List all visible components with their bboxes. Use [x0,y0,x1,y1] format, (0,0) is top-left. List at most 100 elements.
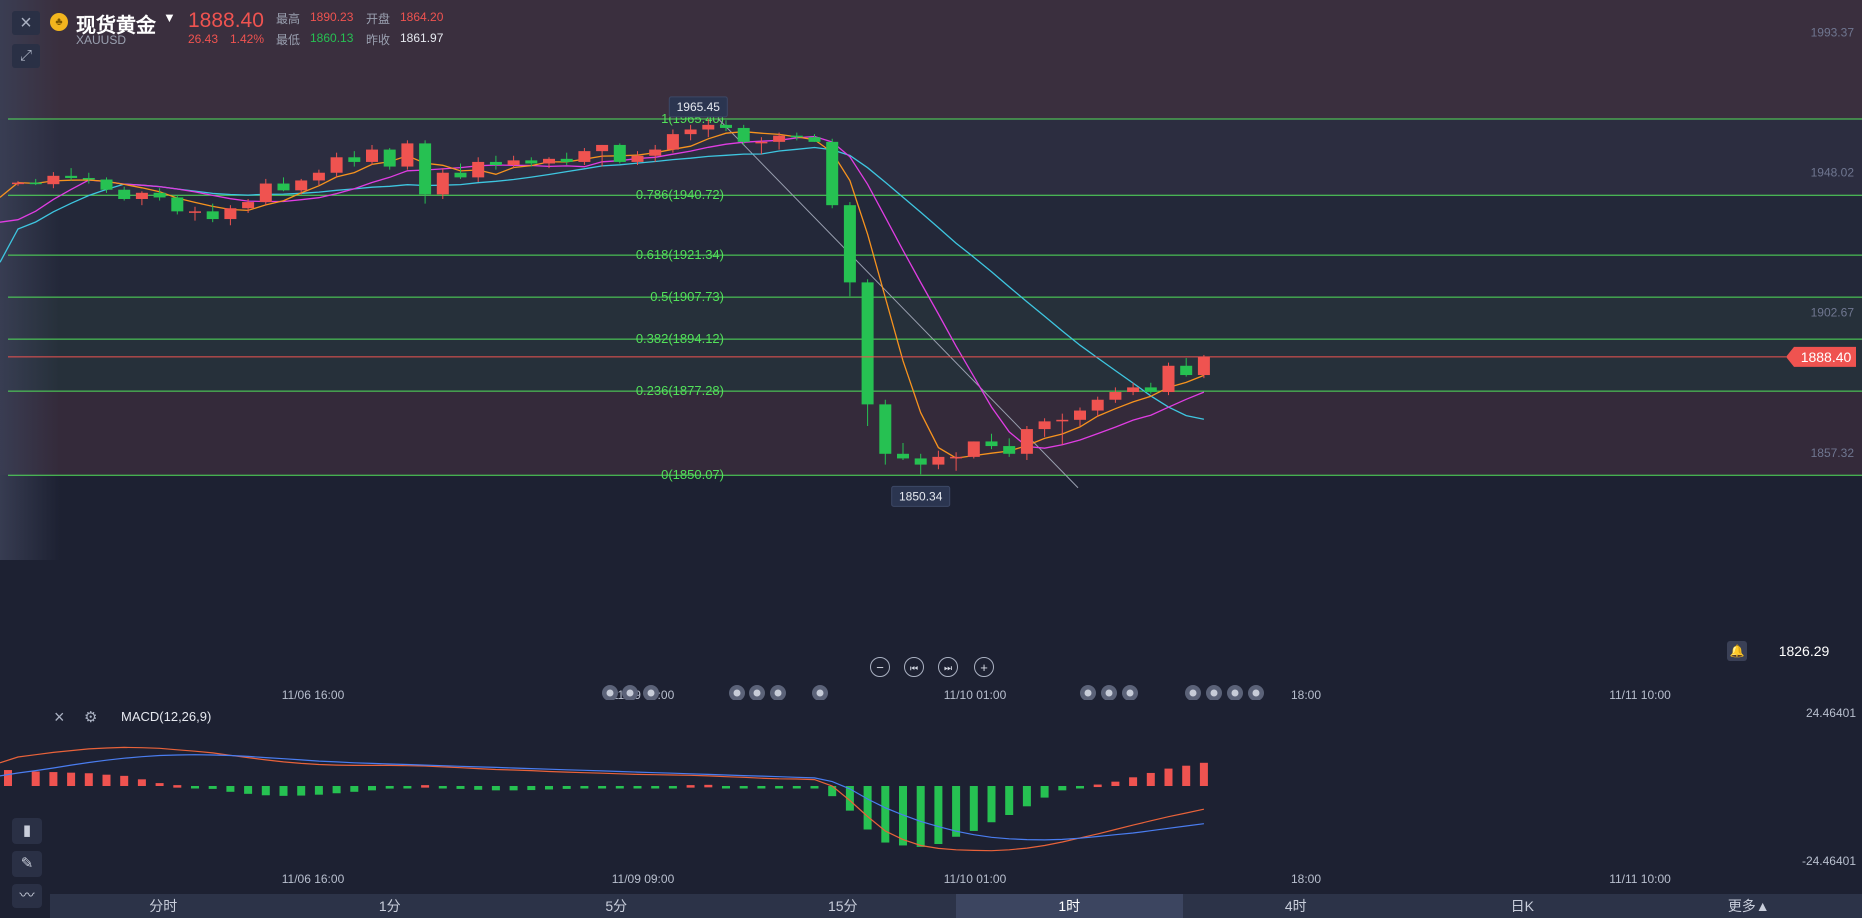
candle [543,158,555,164]
candle [967,441,980,457]
pen-icon[interactable]: ✎ [12,851,42,877]
candle [808,137,821,142]
event-dot-core [774,689,782,697]
zoom-out-button[interactable]: − [870,657,890,677]
candle [29,182,42,185]
event-dot-core [1231,689,1239,697]
candle [419,143,432,195]
expand-icon[interactable]: ⤢ [12,44,40,68]
tab-1min[interactable]: 1分 [277,894,504,918]
line-chart-icon[interactable]: 〰 [12,884,42,908]
macd-chart[interactable]: 24.46401 -24.46401 11/06 16:00 11/09 09:00… [0,700,1862,894]
macd-axis: 24.46401 -24.46401 [1802,706,1856,868]
price-tick-label: 1902.67 [1811,306,1855,320]
macd-bar [775,786,784,789]
instrument-header: × ⤢ ♣ 现货黄金 ▼ XAUUSD 1888.40 26.43 1.42% … [0,0,520,68]
candle [879,404,892,454]
axis-bottom-price: 1826.29 [1752,641,1856,661]
chevron-down-icon[interactable]: ▼ [163,10,176,25]
time-axis: 11/06 16:00 11/09 09:00 11/10 01:00 18:00 11… [282,685,1671,700]
tab-5min[interactable]: 5分 [503,894,730,918]
candle [843,205,856,283]
candle [897,453,909,459]
candle [773,135,786,142]
macd-close-icon[interactable]: × [54,707,65,728]
candle [295,180,308,191]
low-marker: 1850.34 [899,489,943,503]
candle [436,172,449,195]
candle [666,134,679,150]
candle [1127,387,1140,393]
macd-bar [208,786,217,789]
candle [1056,419,1069,422]
candle [1038,421,1051,430]
tab-4hour[interactable]: 4时 [1183,894,1410,918]
candle [1180,365,1193,376]
fib-band [0,196,1862,297]
macd-bar [1093,784,1102,788]
macd-bar [987,786,996,823]
tab-1hour[interactable]: 1时 [956,894,1183,918]
gear-icon[interactable]: ⚙ [84,708,97,726]
zoom-in-button[interactable]: + [974,657,994,677]
tab-15min[interactable]: 15分 [730,894,957,918]
tab-timeshare[interactable]: 分时 [50,894,277,918]
fib-band [0,297,1862,391]
price-chart[interactable]: 1993.371948.021902.671857.32 1(1965.40)0… [0,0,1862,700]
time-tick-label: 11/11 10:00 [1609,688,1671,700]
tab-more[interactable]: 更多▲ [1636,894,1862,918]
event-dot-core [626,689,634,697]
event-dot-core [1210,689,1218,697]
candle [1074,410,1086,420]
candle [560,158,573,162]
candle [206,211,219,220]
fib-label: 0.786(1940.72) [636,187,724,202]
macd-bar [527,786,536,791]
macd-bar [863,786,872,830]
candle [224,208,237,220]
macd-bar [739,786,748,789]
macd-bar [1111,781,1120,786]
macd-bar [810,786,819,789]
macd-bar [314,786,323,795]
macd-bar [137,779,146,786]
macd-bar [155,783,164,786]
candle [631,155,644,162]
macd-bar [1199,762,1208,786]
macd-bar [1182,765,1191,786]
macd-bar [31,771,40,786]
macd-bar [332,786,341,794]
price-tick-label: 1857.32 [1811,446,1855,460]
period-tabbar: 分时 1分 5分 15分 1时 4时 日K 更多▲ [50,894,1862,918]
macd-bar [297,786,306,796]
price-tick-label: 1948.02 [1811,166,1855,180]
candle [1020,429,1033,454]
macd-bar [421,785,430,788]
skip-forward-button[interactable]: ⏭ [938,657,958,677]
time-tick-label: 11/06 16:00 [282,688,345,700]
macd-bar [562,786,571,789]
bell-icon[interactable]: 🔔 [1727,641,1747,661]
candle [596,144,609,152]
macd-bar [474,786,483,790]
candle [985,441,998,447]
macd-bar [722,786,730,789]
macd-tick-label: 24.46401 [1806,706,1856,720]
bar-chart-icon[interactable]: ▮ [12,818,42,844]
close-icon[interactable]: × [12,11,40,35]
prev-close-value: 1861.97 [400,31,444,45]
macd-bar [368,786,376,791]
macd-bar [1005,786,1014,815]
high-marker: 1965.45 [677,100,721,114]
macd-bar [757,786,766,789]
tab-daily[interactable]: 日K [1409,894,1636,918]
macd-bar [102,774,111,786]
candle [525,160,538,164]
macd-bar [120,775,129,786]
macd-bar [881,786,890,843]
candle [366,149,378,162]
candle [737,127,750,142]
skip-back-button[interactable]: ⏮ [904,657,924,677]
macd-bar [385,786,394,789]
candle [47,175,60,185]
